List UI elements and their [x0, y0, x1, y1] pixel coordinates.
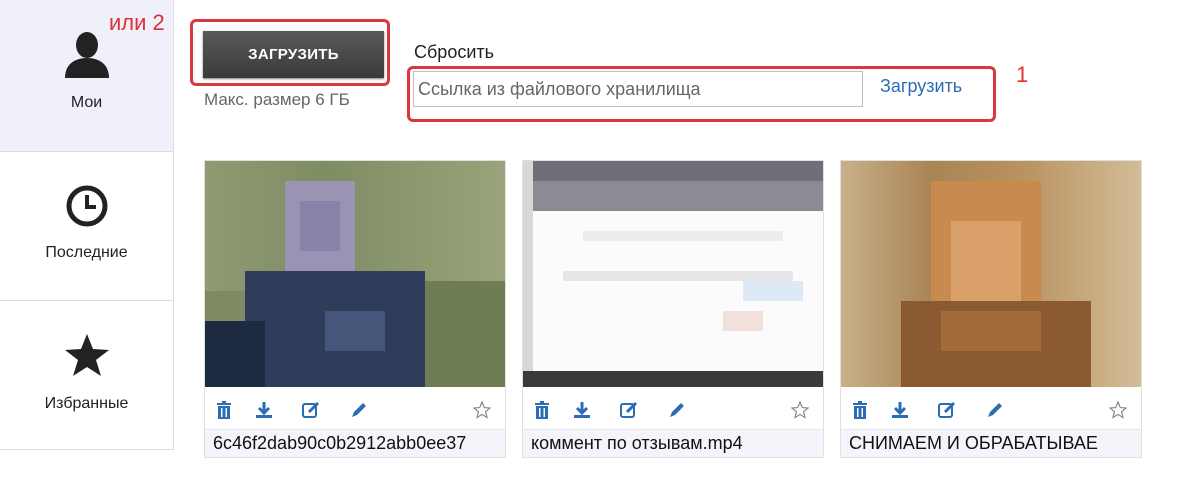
- video-thumbnail[interactable]: [523, 161, 823, 387]
- pencil-icon[interactable]: [348, 399, 370, 421]
- edit-details-icon[interactable]: [618, 399, 640, 421]
- user-icon: [64, 32, 109, 78]
- file-name: СНИМАЕМ И ОБРАБАТЫВАЕ: [841, 429, 1141, 457]
- pencil-icon[interactable]: [984, 399, 1006, 421]
- annotation-label-1: 1: [1016, 62, 1029, 87]
- favorite-star-icon[interactable]: [471, 399, 493, 421]
- download-icon[interactable]: [889, 399, 911, 421]
- delete-icon[interactable]: [531, 399, 553, 421]
- edit-details-icon[interactable]: [936, 399, 958, 421]
- upload-button[interactable]: ЗАГРУЗИТЬ: [203, 31, 384, 78]
- sidebar-item-label: Последние: [45, 244, 128, 261]
- star-icon: [64, 334, 109, 376]
- sidebar: Мои Последние Избранные: [0, 0, 174, 450]
- file-toolbar: [841, 399, 1141, 423]
- video-thumbnail[interactable]: [205, 161, 505, 387]
- delete-icon[interactable]: [213, 399, 235, 421]
- sidebar-item-recent[interactable]: Последние: [0, 152, 173, 301]
- reset-link[interactable]: Сбросить: [414, 42, 494, 63]
- storage-url-input[interactable]: [413, 71, 863, 107]
- file-card[interactable]: 6c46f2dab90c0b2912abb0ee37: [204, 160, 506, 458]
- sidebar-item-label: Избранные: [44, 395, 129, 412]
- file-name: коммент по отзывам.mp4: [523, 429, 823, 457]
- sidebar-item-favorites[interactable]: Избранные: [0, 301, 173, 450]
- clock-icon: [66, 185, 107, 227]
- file-toolbar: [205, 399, 505, 423]
- file-card[interactable]: коммент по отзывам.mp4: [522, 160, 824, 458]
- delete-icon[interactable]: [849, 399, 871, 421]
- edit-details-icon[interactable]: [300, 399, 322, 421]
- favorite-star-icon[interactable]: [789, 399, 811, 421]
- url-upload-link[interactable]: Загрузить: [880, 76, 962, 97]
- sidebar-item-label: Мои: [70, 94, 103, 111]
- max-size-note: Макс. размер 6 ГБ: [204, 90, 350, 109]
- video-thumbnail[interactable]: [841, 161, 1141, 387]
- download-icon[interactable]: [253, 399, 275, 421]
- file-toolbar: [523, 399, 823, 423]
- file-name: 6c46f2dab90c0b2912abb0ee37: [205, 429, 505, 457]
- download-icon[interactable]: [571, 399, 593, 421]
- favorite-star-icon[interactable]: [1107, 399, 1129, 421]
- file-card[interactable]: СНИМАЕМ И ОБРАБАТЫВАЕ: [840, 160, 1142, 458]
- pencil-icon[interactable]: [666, 399, 688, 421]
- annotation-label-2: или 2: [109, 10, 165, 35]
